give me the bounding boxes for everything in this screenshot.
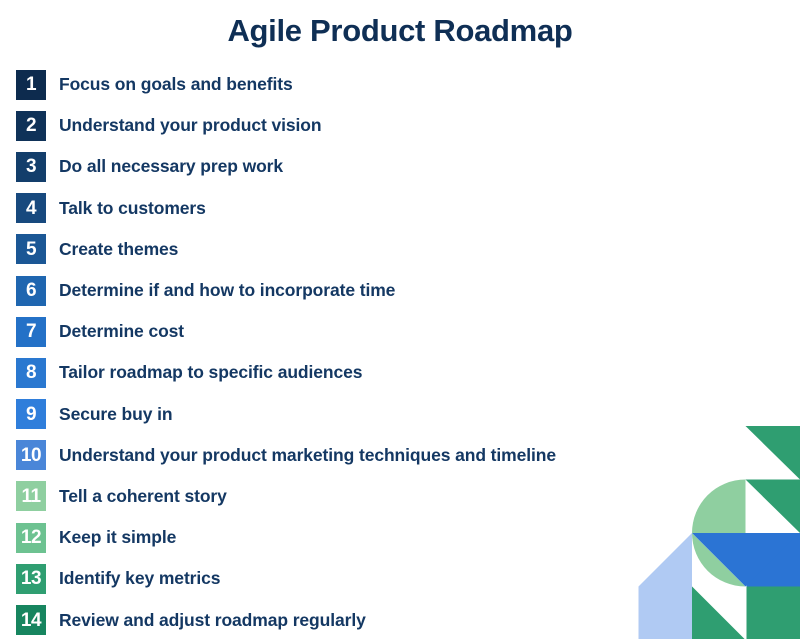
list-item[interactable]: 7 Determine cost [16, 311, 786, 352]
step-label: Focus on goals and benefits [59, 74, 293, 95]
step-number-badge: 13 [16, 563, 46, 594]
step-number-badge: 2 [16, 110, 46, 141]
step-label: Determine cost [59, 321, 185, 342]
list-item[interactable]: 13 Identify key metrics [16, 558, 786, 599]
list-item[interactable]: 12 Keep it simple [16, 517, 786, 558]
list-item[interactable]: 11 Tell a coherent story [16, 476, 786, 517]
list-item[interactable]: 8 Tailor roadmap to specific audiences [16, 352, 786, 393]
step-number-badge: 3 [16, 151, 46, 182]
step-label: Determine if and how to incorporate time [59, 280, 396, 301]
step-label: Do all necessary prep work [59, 156, 284, 177]
list-item[interactable]: 6 Determine if and how to incorporate ti… [16, 270, 786, 311]
step-number-badge: 9 [16, 399, 46, 430]
step-label: Tailor roadmap to specific audiences [59, 362, 363, 383]
list-item[interactable]: 5 Create themes [16, 229, 786, 270]
step-number-badge: 5 [16, 234, 46, 265]
step-label: Create themes [59, 238, 179, 259]
infographic-root: Agile Product Roadmap 1 Focus on goals a… [0, 0, 800, 639]
step-label: Secure buy in [59, 403, 173, 424]
step-number-badge: 6 [16, 275, 46, 306]
list-item[interactable]: 14 Review and adjust roadmap regularly [16, 599, 786, 639]
step-number-badge: 8 [16, 357, 46, 388]
step-number-badge: 1 [16, 69, 46, 100]
step-label: Understand your product vision [59, 115, 322, 136]
list-item[interactable]: 2 Understand your product vision [16, 105, 786, 146]
step-label: Understand your product marketing techni… [59, 444, 557, 465]
list-item[interactable]: 4 Talk to customers [16, 188, 786, 229]
step-label: Talk to customers [59, 197, 206, 218]
roadmap-steps-list: 1 Focus on goals and benefits 2 Understa… [16, 64, 786, 639]
step-number-badge: 7 [16, 316, 46, 347]
list-item[interactable]: 1 Focus on goals and benefits [16, 64, 786, 105]
step-number-badge: 10 [16, 440, 46, 471]
list-item[interactable]: 10 Understand your product marketing tec… [16, 435, 786, 476]
step-number-badge: 14 [16, 605, 46, 636]
step-label: Tell a coherent story [59, 485, 227, 506]
step-label: Identify key metrics [59, 568, 221, 589]
step-label: Keep it simple [59, 527, 177, 548]
step-label: Review and adjust roadmap regularly [59, 609, 366, 630]
page-title: Agile Product Roadmap [227, 13, 573, 48]
step-number-badge: 4 [16, 193, 46, 224]
step-number-badge: 12 [16, 522, 46, 553]
list-item[interactable]: 9 Secure buy in [16, 394, 786, 435]
step-number-badge: 11 [16, 481, 46, 512]
list-item[interactable]: 3 Do all necessary prep work [16, 146, 786, 187]
